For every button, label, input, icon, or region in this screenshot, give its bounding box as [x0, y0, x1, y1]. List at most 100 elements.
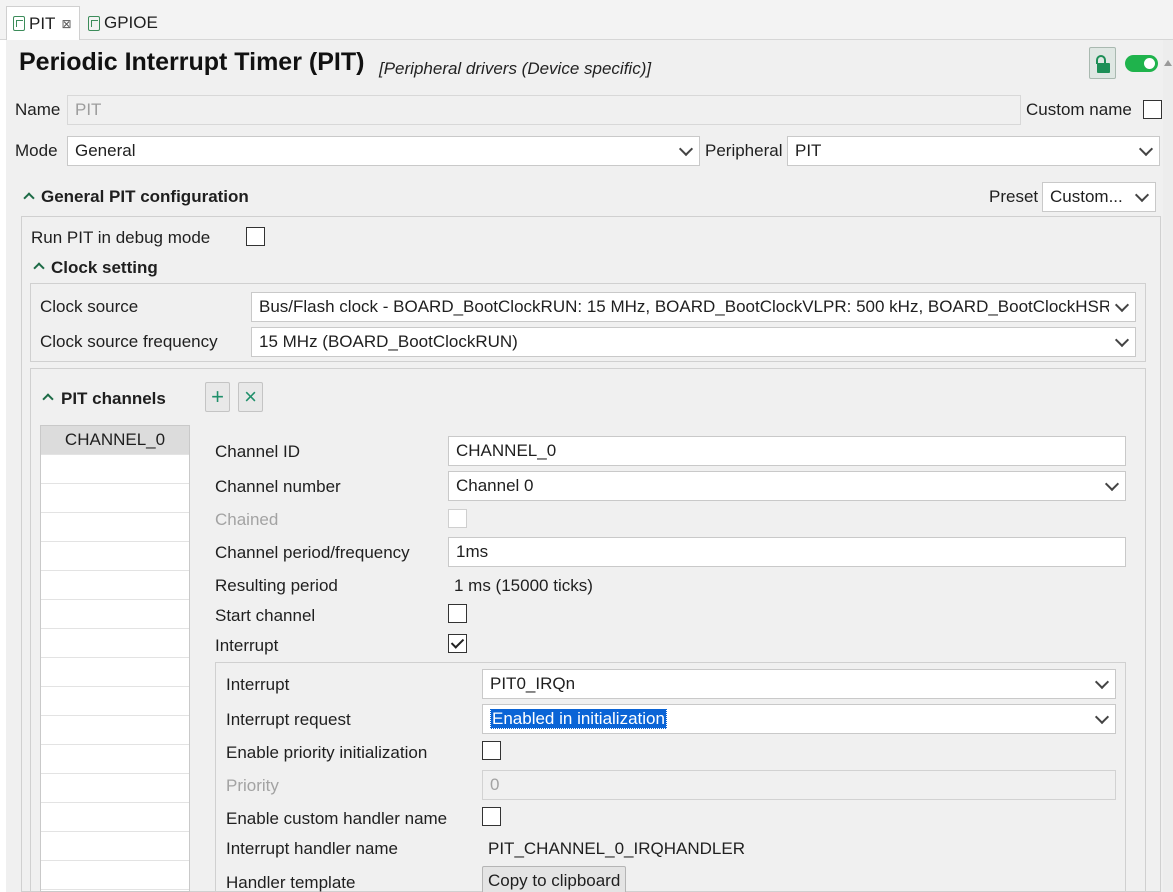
chevron-down-icon [673, 137, 699, 165]
copy-button-label: Copy to clipboard [488, 871, 621, 890]
priority-input: 0 [482, 770, 1116, 800]
list-item-empty [41, 832, 189, 861]
chevron-down-icon [1089, 670, 1115, 698]
channel-number-select[interactable]: Channel 0 [448, 471, 1126, 501]
debug-mode-checkbox[interactable] [246, 227, 265, 246]
irq-value: PIT0_IRQn [490, 674, 576, 693]
unlock-button[interactable] [1089, 47, 1116, 79]
tab-gpioe[interactable]: GPIOE [82, 6, 162, 40]
list-item-empty [41, 658, 189, 687]
peripheral-icon [13, 16, 25, 31]
start-channel-label: Start channel [215, 606, 316, 625]
peripheral-select[interactable]: PIT [787, 136, 1160, 166]
channel-id-input[interactable]: CHANNEL_0 [448, 436, 1126, 466]
chained-label: Chained [215, 510, 279, 529]
mode-label: Mode [15, 141, 58, 160]
interrupt-enable-label: Interrupt [215, 636, 279, 655]
tab-pit[interactable]: PIT ⊠ [6, 6, 80, 40]
peripheral-select-value: PIT [795, 141, 822, 160]
list-item-empty [41, 542, 189, 571]
clock-section-title[interactable]: Clock setting [51, 258, 158, 278]
list-item-empty [41, 803, 189, 832]
mode-select-value: General [75, 141, 136, 160]
vertical-scrollbar[interactable] [1163, 40, 1173, 892]
channel-name: CHANNEL_0 [64, 430, 166, 449]
close-icon[interactable]: ⊠ [61, 17, 71, 31]
editor-tab-bar: PIT ⊠ GPIOE [0, 0, 1173, 40]
list-item-empty [41, 571, 189, 600]
list-item-empty [41, 484, 189, 513]
enable-toggle[interactable] [1125, 55, 1158, 72]
chevron-down-icon [1109, 328, 1135, 356]
clock-source-label: Clock source [40, 297, 139, 316]
priority-label: Priority [226, 776, 279, 795]
clock-freq-select[interactable]: 15 MHz (BOARD_BootClockRUN) [251, 327, 1136, 357]
chevron-down-icon [1129, 183, 1155, 211]
custom-handler-checkbox[interactable] [482, 807, 501, 826]
channel-id-value: CHANNEL_0 [456, 441, 557, 460]
chevron-down-icon [1133, 137, 1159, 165]
custom-name-label: Custom name [1026, 100, 1132, 119]
name-field-value: PIT [75, 100, 102, 119]
custom-handler-label: Enable custom handler name [226, 809, 448, 828]
priority-init-label: Enable priority initialization [226, 743, 428, 762]
list-item[interactable]: CHANNEL_0 [41, 426, 189, 455]
tab-gpioe-label: GPIOE [104, 13, 158, 32]
irq-request-select[interactable]: Enabled in initialization [482, 704, 1116, 734]
list-item-empty [41, 774, 189, 803]
start-channel-checkbox[interactable] [448, 604, 467, 623]
irq-select[interactable]: PIT0_IRQn [482, 669, 1116, 699]
channels-section-title[interactable]: PIT channels [61, 389, 166, 409]
channel-number-label: Channel number [215, 477, 341, 496]
preset-label: Preset [989, 187, 1039, 206]
period-input[interactable]: 1ms [448, 537, 1126, 567]
list-item-empty [41, 687, 189, 716]
general-section-title[interactable]: General PIT configuration [41, 187, 249, 207]
resulting-period-label: Resulting period [215, 576, 338, 595]
mode-select[interactable]: General [67, 136, 700, 166]
name-field: PIT [67, 95, 1021, 125]
list-item-empty [41, 600, 189, 629]
page-subtitle: [Peripheral drivers (Device specific)] [379, 59, 652, 78]
channel-number-value: Channel 0 [456, 476, 534, 495]
toggle-knob [1144, 58, 1155, 69]
clock-source-select[interactable]: Bus/Flash clock - BOARD_BootClockRUN: 15… [251, 292, 1136, 322]
unlock-icon-body [1097, 63, 1110, 73]
irq-request-value: Enabled in initialization [490, 709, 667, 729]
add-channel-button[interactable]: + [205, 382, 230, 412]
plus-icon: + [211, 384, 224, 409]
chevron-down-icon [1109, 293, 1135, 321]
chevron-down-icon [1099, 472, 1125, 500]
handler-name-value: PIT_CHANNEL_0_IRQHANDLER [488, 839, 745, 858]
list-item-empty [41, 629, 189, 658]
debug-mode-label: Run PIT in debug mode [31, 228, 211, 247]
custom-name-checkbox[interactable] [1143, 100, 1162, 119]
clock-freq-label: Clock source frequency [40, 332, 218, 351]
list-item-empty [41, 716, 189, 745]
page-title: Periodic Interrupt Timer (PIT) [19, 48, 365, 76]
peripheral-icon [88, 15, 100, 31]
chevron-down-icon [1089, 705, 1115, 733]
period-value: 1ms [456, 542, 489, 561]
list-item-empty [41, 455, 189, 484]
peripheral-label: Peripheral [705, 141, 783, 160]
priority-init-checkbox[interactable] [482, 741, 501, 760]
handler-name-label: Interrupt handler name [226, 839, 398, 858]
channel-list: CHANNEL_0 [40, 425, 190, 892]
channel-id-label: Channel ID [215, 442, 301, 461]
interrupt-enable-checkbox[interactable] [448, 634, 467, 653]
name-label: Name [15, 100, 61, 119]
list-item-empty [41, 513, 189, 542]
chained-checkbox [448, 509, 467, 528]
scroll-up-icon[interactable] [1164, 60, 1172, 66]
remove-channel-button[interactable]: × [238, 382, 263, 412]
preset-select-value: Custom... [1050, 187, 1123, 206]
irq-label: Interrupt [226, 675, 290, 694]
copy-to-clipboard-button[interactable]: Copy to clipboard [482, 866, 627, 892]
period-label: Channel period/frequency [215, 543, 410, 562]
tab-pit-label: PIT [29, 13, 56, 33]
list-item-empty [41, 745, 189, 774]
irq-request-label: Interrupt request [226, 710, 351, 729]
handler-template-label: Handler template [226, 873, 356, 892]
preset-select[interactable]: Custom... [1042, 182, 1156, 212]
